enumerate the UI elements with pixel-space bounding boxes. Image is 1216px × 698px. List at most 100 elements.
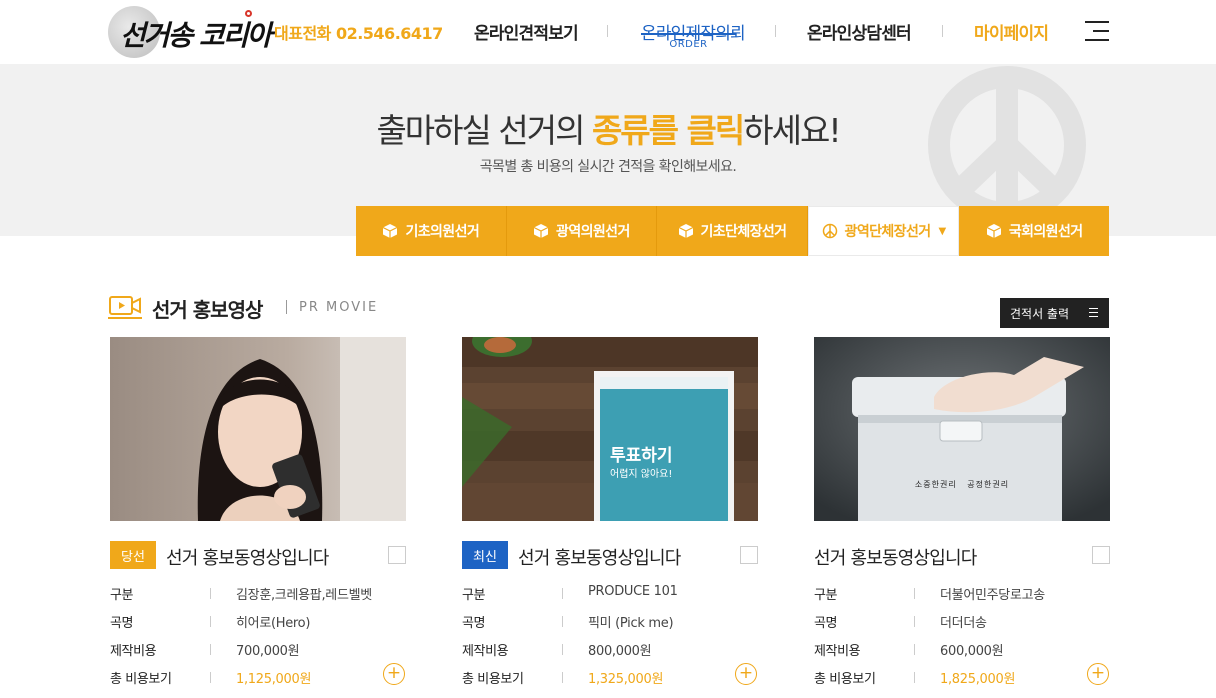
info-row: 제작비용 600,000원 xyxy=(814,640,1110,660)
info-row: 곡명 픽미 (Pick me) xyxy=(462,612,758,632)
label-production-cost: 제작비용 xyxy=(814,644,861,659)
value-total-cost: 1,825,000원 xyxy=(940,672,1016,687)
info-row: 구분 더불어민주당로고송 xyxy=(814,584,1110,604)
info-row: 총 비용보기 1,125,000원 + xyxy=(110,663,406,688)
nav-divider xyxy=(775,25,776,37)
caret-down-icon: ▼ xyxy=(938,225,947,237)
status-badge: 당선 xyxy=(110,541,156,569)
video-camera-icon xyxy=(108,296,142,319)
label-production-cost: 제작비용 xyxy=(110,644,157,659)
peace-icon xyxy=(822,223,837,239)
value-category: PRODUCE 101 xyxy=(588,584,678,599)
label-total-cost: 총 비용보기 xyxy=(814,672,876,687)
tab-basic-council[interactable]: 기초의원선거 xyxy=(356,206,507,256)
logo-dot xyxy=(245,10,252,17)
info-row: 제작비용 800,000원 xyxy=(462,640,758,660)
video-thumbnail[interactable] xyxy=(110,337,406,521)
value-production-cost: 600,000원 xyxy=(940,644,1004,659)
tab-metro-council[interactable]: 광역의원선거 xyxy=(506,206,658,256)
card-title[interactable]: 선거 홍보동영상입니다 xyxy=(814,544,977,570)
info-row: 곡명 히어로(Hero) xyxy=(110,612,406,632)
section-divider xyxy=(286,300,287,314)
card-title-row: 당선 선거 홍보동영상입니다 xyxy=(110,541,406,569)
label-total-cost: 총 비용보기 xyxy=(462,672,524,687)
value-category: 더불어민주당로고송 xyxy=(940,588,1045,603)
tab-basic-head[interactable]: 기초단체장선거 xyxy=(657,206,808,256)
value-production-cost: 700,000원 xyxy=(236,644,300,659)
label-category: 구분 xyxy=(814,588,838,603)
info-row: 구분 김장훈,크레용팝,레드벨벳 xyxy=(110,584,406,604)
plus-icon[interactable]: + xyxy=(735,663,757,685)
cube-icon xyxy=(986,224,1002,238)
label-song: 곡명 xyxy=(814,616,838,631)
tab-metro-head[interactable]: 광역단체장선거 ▼ xyxy=(807,206,960,256)
section-title: 선거 홍보영상 xyxy=(152,298,263,322)
label-category: 구분 xyxy=(462,588,486,603)
nav-online-order-sub: ORDER xyxy=(669,39,708,50)
video-thumbnail[interactable]: 소중한권리 공정한권리 xyxy=(814,337,1110,521)
plus-icon[interactable]: + xyxy=(383,663,405,685)
card-title[interactable]: 선거 홍보동영상입니다 xyxy=(166,544,329,570)
nav-consulting-center[interactable]: 온라인상담센터 xyxy=(807,19,912,44)
card-title-row: 선거 홍보동영상입니다 xyxy=(814,541,1110,569)
select-checkbox[interactable] xyxy=(740,546,758,564)
video-card: 당선 선거 홍보동영상입니다 구분 김장훈,크레용팝,레드벨벳 곡명 히어로(H… xyxy=(110,337,406,687)
select-checkbox[interactable] xyxy=(388,546,406,564)
section-subtitle: PR MOVIE xyxy=(299,300,379,315)
nav-divider xyxy=(942,25,943,37)
video-thumbnail[interactable]: 투표하기 어렵지 않아요! xyxy=(462,337,758,521)
banner-title-pre: 출마하실 선거의 xyxy=(376,111,592,150)
value-production-cost: 800,000원 xyxy=(588,644,652,659)
phone-number: 대표전화 02.546.6417 xyxy=(274,24,443,43)
label-song: 곡명 xyxy=(110,616,134,631)
label-production-cost: 제작비용 xyxy=(462,644,509,659)
value-song: 픽미 (Pick me) xyxy=(588,616,674,631)
tab-label: 국회의원선거 xyxy=(1008,224,1083,240)
video-card: 투표하기 어렵지 않아요! 최신 선거 홍보동영상입니다 구분 PRODUCE … xyxy=(462,337,758,687)
value-song: 히어로(Hero) xyxy=(236,616,311,631)
tab-label: 광역단체장선거 xyxy=(844,224,932,240)
cube-icon xyxy=(383,224,398,238)
plus-icon[interactable]: + xyxy=(1087,663,1109,685)
ballot-box-text: 소중한권리 공정한권리 xyxy=(914,480,1010,489)
tab-national-assembly[interactable]: 국회의원선거 xyxy=(959,206,1109,256)
card-title[interactable]: 선거 홍보동영상입니다 xyxy=(518,544,681,570)
label-total-cost: 총 비용보기 xyxy=(110,672,172,687)
nav-mypage[interactable]: 마이페이지 xyxy=(974,19,1049,44)
site-logo[interactable]: 선거송 코리아 xyxy=(108,4,272,58)
label-song: 곡명 xyxy=(462,616,486,631)
cube-icon xyxy=(533,224,549,238)
card-title-row: 최신 선거 홍보동영상입니다 xyxy=(462,541,758,569)
banner-title: 출마하실 선거의 종류를 클릭하세요! xyxy=(0,104,1216,152)
logo-text: 선거송 코리아 xyxy=(120,19,272,52)
nav-active-underline xyxy=(641,33,736,35)
ballot-box-image xyxy=(814,337,1110,521)
info-row: 총 비용보기 1,325,000원 + xyxy=(462,663,758,688)
info-row: 곡명 더더더송 xyxy=(814,612,1110,632)
nav-online-estimate[interactable]: 온라인견적보기 xyxy=(474,19,579,44)
print-quote-button[interactable]: 견적서 출력 xyxy=(1000,298,1109,328)
wood-background xyxy=(462,337,758,521)
label-category: 구분 xyxy=(110,588,134,603)
nav-divider xyxy=(607,25,608,37)
status-badge: 최신 xyxy=(462,541,508,569)
banner-title-post: 하세요! xyxy=(743,111,841,150)
tab-label: 기초의원선거 xyxy=(405,224,480,240)
select-checkbox[interactable] xyxy=(1092,546,1110,564)
info-row: 제작비용 700,000원 xyxy=(110,640,406,660)
thumb-card-title: 투표하기 xyxy=(610,446,673,466)
value-total-cost: 1,125,000원 xyxy=(236,672,312,687)
site-header: 선거송 코리아 대표전화 02.546.6417 온라인견적보기 온라인제작의뢰… xyxy=(0,0,1216,64)
list-icon xyxy=(1089,308,1098,320)
video-card: 소중한권리 공정한권리 선거 홍보동영상입니다 구분 더불어민주당로고송 곡명 … xyxy=(814,337,1110,687)
menu-icon[interactable] xyxy=(1085,21,1109,41)
election-type-tabs: 기초의원선거 광역의원선거 기초단체장선거 광역단체장선거 ▼ 국회의원선거 xyxy=(356,206,1109,256)
tab-label: 기초단체장선거 xyxy=(700,224,788,240)
cube-icon xyxy=(678,224,693,238)
tab-label: 광역의원선거 xyxy=(556,224,630,240)
banner-title-highlight: 종류를 클릭 xyxy=(591,111,745,150)
info-row: 구분 PRODUCE 101 xyxy=(462,584,758,604)
banner-subtitle: 곡목별 총 비용의 실시간 견적을 확인해보세요. xyxy=(479,159,737,175)
value-category: 김장훈,크레용팝,레드벨벳 xyxy=(236,588,372,603)
info-row: 총 비용보기 1,825,000원 + xyxy=(814,663,1110,688)
